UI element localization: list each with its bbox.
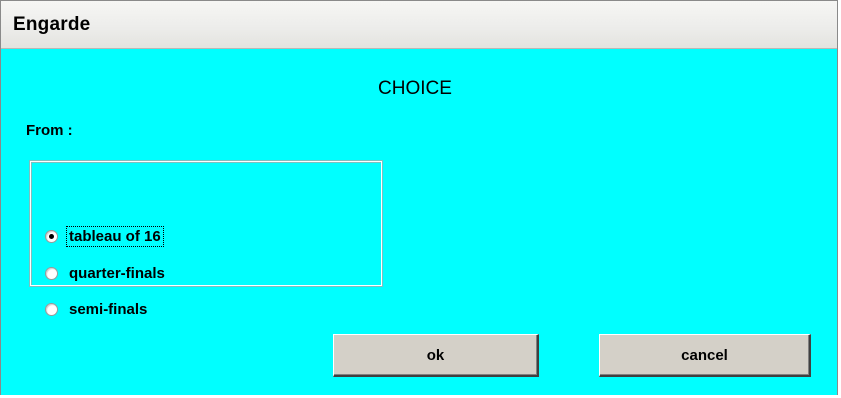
cancel-button[interactable]: cancel bbox=[599, 334, 811, 377]
radio-button-checked-icon[interactable] bbox=[45, 229, 58, 243]
dialog-body: CHOICE From : tableau of 16 quarter-fina… bbox=[1, 49, 837, 395]
radio-button-icon[interactable] bbox=[45, 302, 58, 316]
dialog-heading: CHOICE bbox=[1, 78, 837, 100]
radio-option-label[interactable]: tableau of 16 bbox=[66, 225, 164, 247]
title-bar[interactable]: Engarde bbox=[1, 1, 837, 49]
ok-button[interactable]: ok bbox=[333, 334, 539, 377]
radio-option-label[interactable]: semi-finals bbox=[67, 300, 149, 319]
radio-option-semi-finals[interactable]: semi-finals bbox=[45, 298, 149, 320]
from-label: From : bbox=[26, 122, 73, 139]
cancel-button-label: cancel bbox=[681, 346, 728, 364]
round-option-group: tableau of 16 quarter-finals semi-finals bbox=[29, 160, 383, 318]
radio-option-quarter-finals[interactable]: quarter-finals bbox=[45, 262, 167, 284]
radio-option-label[interactable]: quarter-finals bbox=[67, 264, 167, 283]
radio-option-tableau-of-16[interactable]: tableau of 16 bbox=[45, 225, 164, 247]
ok-button-label: ok bbox=[426, 346, 445, 364]
window-title: Engarde bbox=[13, 14, 91, 35]
radio-button-icon[interactable] bbox=[45, 266, 58, 280]
dialog-window: Engarde CHOICE From : tableau of 16 quar… bbox=[0, 0, 838, 395]
dialog-heading-text: CHOICE bbox=[378, 78, 452, 99]
